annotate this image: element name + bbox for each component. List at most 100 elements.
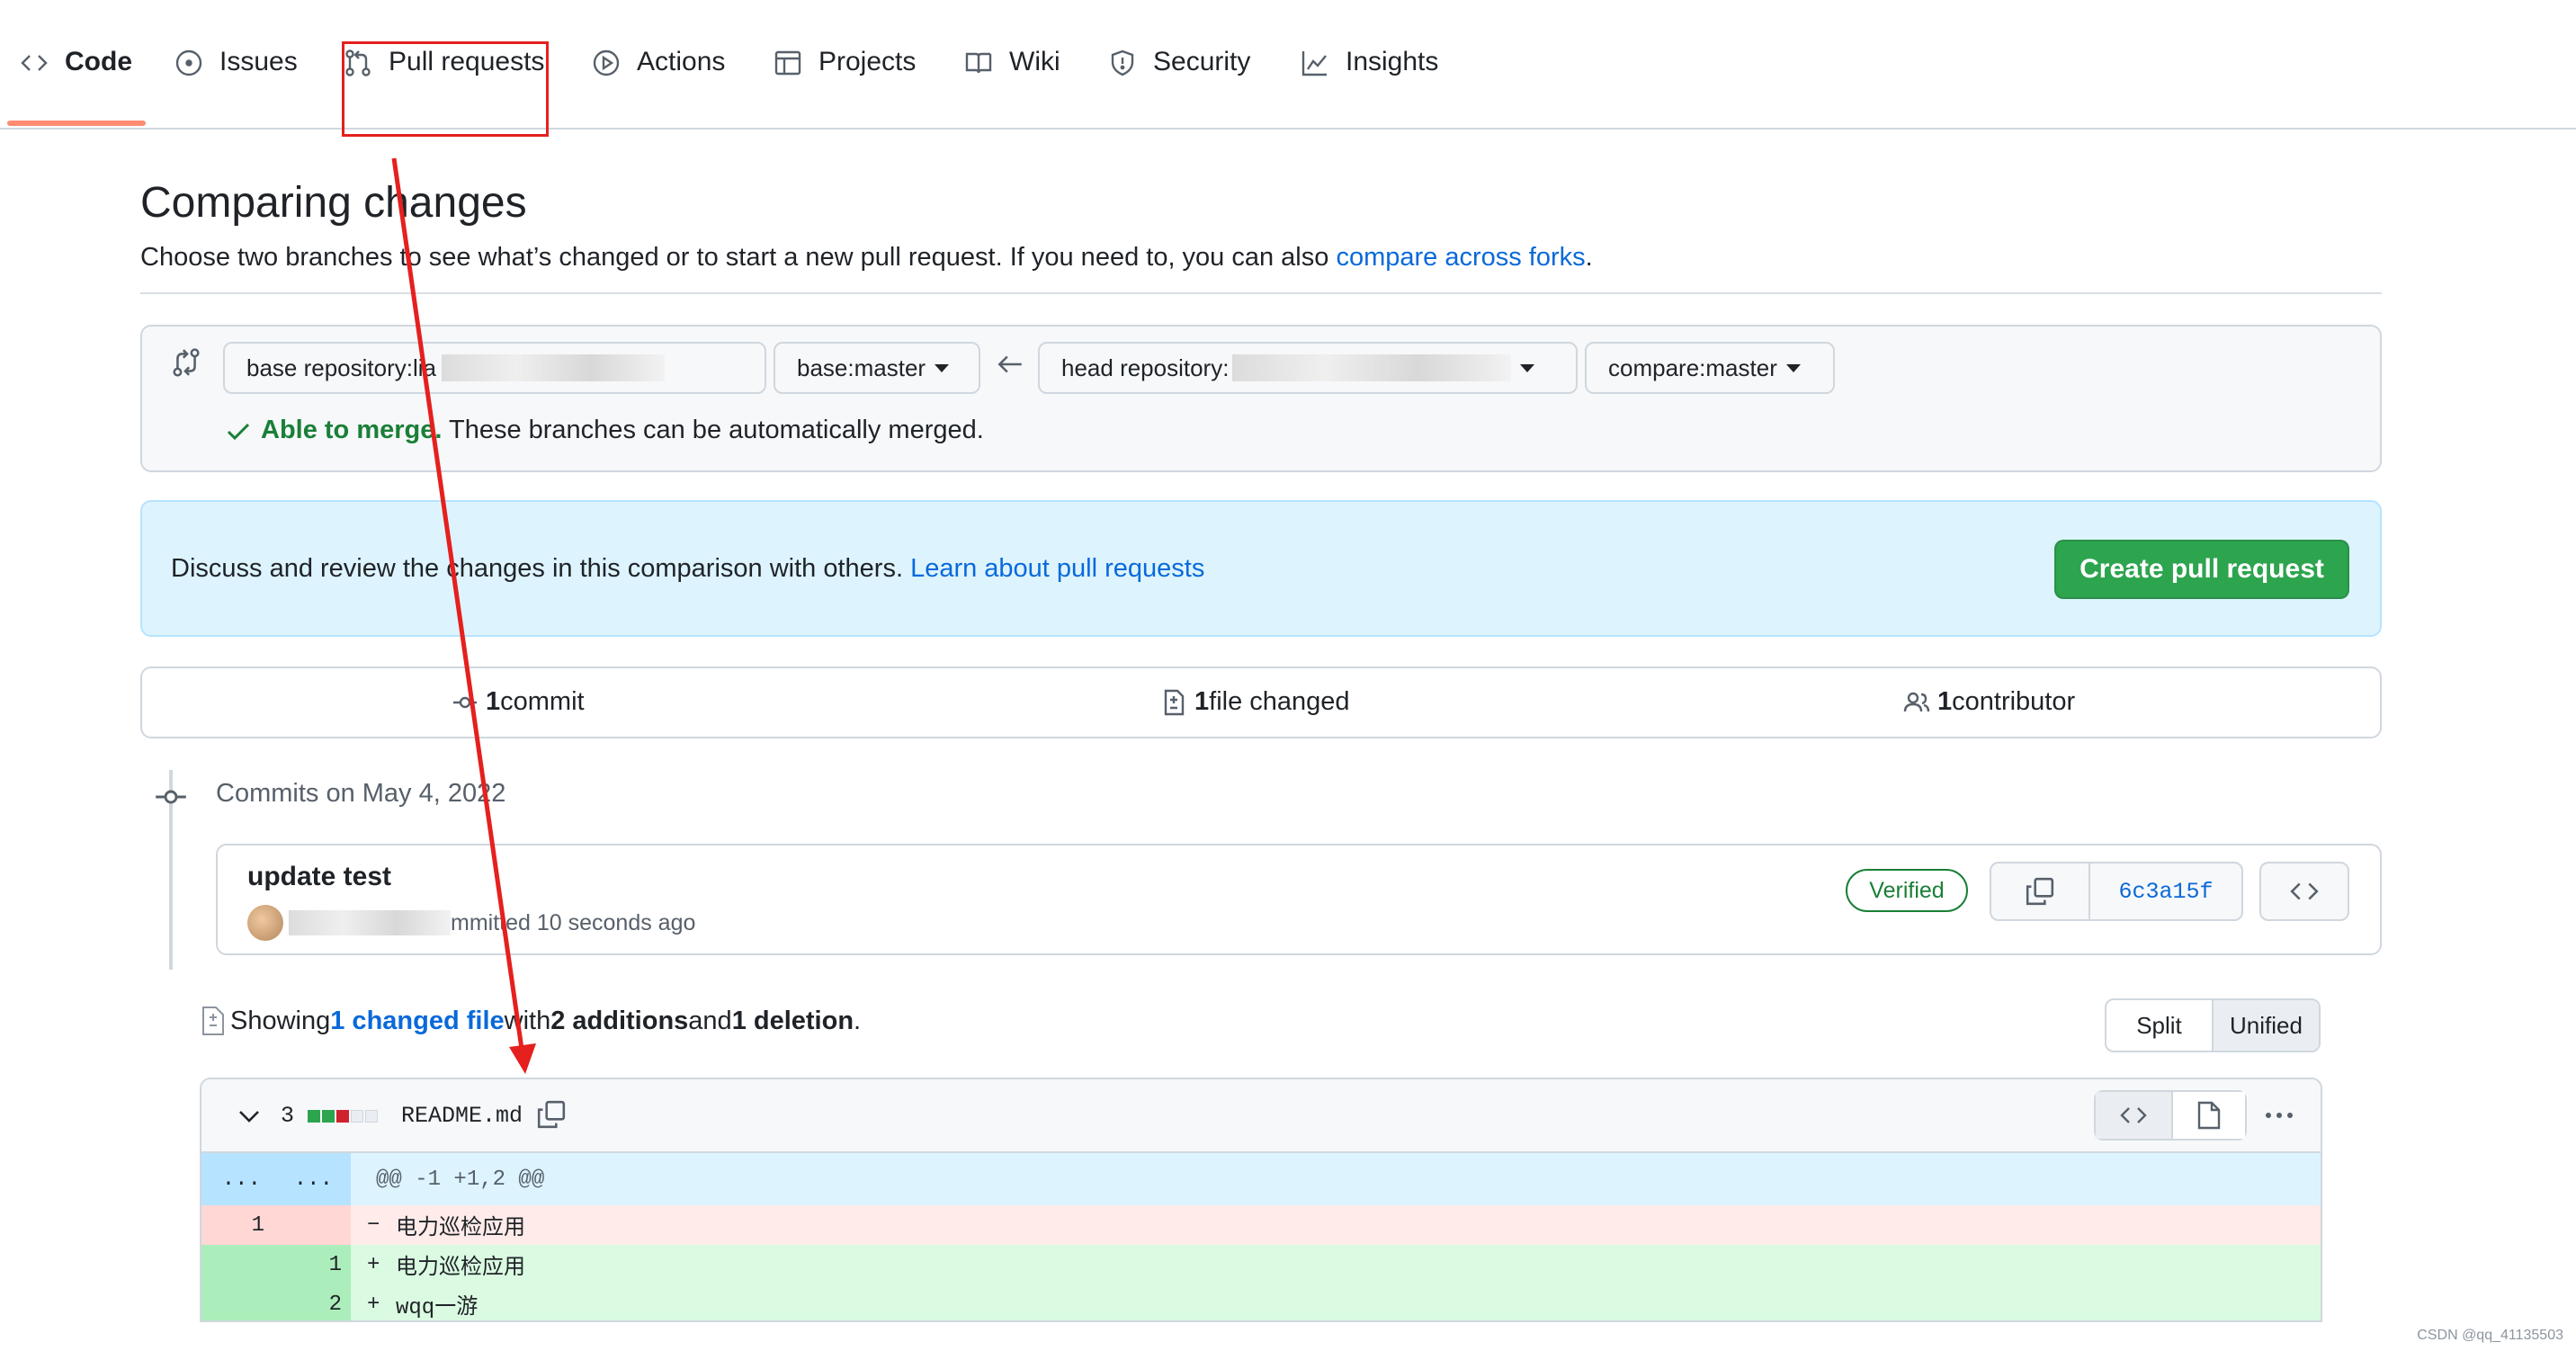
- verified-badge[interactable]: Verified: [1846, 869, 1968, 912]
- git-commit-icon: [453, 696, 477, 708]
- active-tab-indicator: [7, 121, 146, 126]
- hunk-right-marker: ...: [293, 1167, 333, 1192]
- tab-label: Security: [1153, 47, 1251, 76]
- file-view-toggle: [2094, 1090, 2247, 1141]
- unified-view-button[interactable]: Unified: [2214, 1000, 2319, 1051]
- base-branch-value: master: [854, 353, 926, 381]
- code-icon: [21, 55, 48, 71]
- git-commit-icon: [156, 790, 186, 804]
- files-label: file changed: [1209, 687, 1350, 716]
- compare-value: master: [1705, 353, 1777, 381]
- file-diff-icon: [202, 1007, 224, 1035]
- rich-diff-button[interactable]: [2173, 1092, 2245, 1139]
- copy-icon: [2026, 877, 2054, 906]
- browse-repo-button[interactable]: [2259, 862, 2349, 921]
- commit-title-link[interactable]: update test: [247, 862, 391, 892]
- new-line-number[interactable]: [279, 1205, 342, 1245]
- commit-time: mmitted 10 seconds ago: [451, 909, 696, 935]
- old-line-number[interactable]: [201, 1245, 264, 1284]
- diff-code: 电力巡检应用: [396, 1217, 525, 1241]
- divider: [140, 292, 2382, 294]
- git-compare-icon: [173, 348, 200, 377]
- commit-sha-group: 6c3a15f: [1990, 862, 2243, 921]
- tab-label: Wiki: [1009, 47, 1060, 76]
- old-line-number[interactable]: 1: [201, 1205, 264, 1245]
- info-banner-text: Discuss and review the changes in this c…: [171, 554, 1204, 584]
- tab-wiki[interactable]: Wiki: [964, 47, 1060, 122]
- hunk-left-marker: ...: [221, 1167, 261, 1192]
- compare-label: compare:: [1608, 353, 1706, 381]
- contributors-stat[interactable]: 1 contributor: [1903, 687, 2075, 717]
- old-line-number[interactable]: [201, 1284, 264, 1320]
- chevron-down-icon[interactable]: [237, 1106, 261, 1126]
- compare-branch-select[interactable]: compare: master: [1585, 342, 1835, 394]
- info-text: Discuss and review the changes in this c…: [171, 554, 911, 583]
- base-repo-value: lia: [412, 353, 436, 381]
- kebab-horizontal-icon[interactable]: [2261, 1105, 2297, 1126]
- new-line-number[interactable]: 1: [279, 1245, 342, 1284]
- commits-stat[interactable]: 1 commit: [452, 687, 585, 717]
- diff-code: 电力巡检应用: [396, 1257, 525, 1281]
- summary-prefix: Showing: [230, 1006, 331, 1035]
- commit-sha-link[interactable]: 6c3a15f: [2090, 863, 2241, 919]
- summary-with: with: [504, 1006, 551, 1035]
- page-title: Comparing changes: [140, 179, 527, 227]
- hunk-header-row: ... ... @@ -1 +1,2 @@: [201, 1153, 2321, 1205]
- tab-label: Issues: [219, 47, 298, 76]
- file-header: 3 README.md: [201, 1079, 2321, 1153]
- tab-actions[interactable]: Actions: [592, 47, 725, 122]
- redacted-text: [442, 354, 665, 381]
- diff-sign: +: [367, 1252, 380, 1277]
- head-repo-label: head repository:: [1061, 353, 1230, 381]
- create-pull-request-button[interactable]: Create pull request: [2054, 540, 2349, 599]
- file-name-link[interactable]: README.md: [401, 1103, 523, 1129]
- source-diff-button[interactable]: [2096, 1092, 2173, 1139]
- diff-code: wqq一游: [396, 1296, 479, 1320]
- merge-status-text: These branches can be automatically merg…: [448, 416, 984, 444]
- base-branch-label: base:: [797, 353, 854, 381]
- redacted-text: [289, 910, 451, 935]
- shield-icon: [1111, 49, 1134, 76]
- file-diff: 3 README.md ... ... @@ -1 +1,2 @@ 1 − 电力…: [200, 1078, 2322, 1322]
- new-line-number[interactable]: 2: [279, 1284, 342, 1320]
- merge-status: Able to merge. These branches can be aut…: [261, 416, 984, 445]
- compare-across-forks-link[interactable]: compare across forks: [1336, 243, 1585, 272]
- copy-sha-button[interactable]: [1991, 863, 2090, 919]
- contributors-count: 1: [1937, 687, 1953, 716]
- split-view-button[interactable]: Split: [2106, 1000, 2214, 1051]
- base-branch-select[interactable]: base: master: [774, 342, 980, 394]
- tab-insights[interactable]: Insights: [1301, 47, 1438, 122]
- tab-label: Insights: [1346, 47, 1439, 76]
- base-repository-select[interactable]: base repository: lia: [223, 342, 766, 394]
- tab-projects[interactable]: Projects: [774, 47, 916, 122]
- diff-line-addition: 2 + wqq一游: [201, 1284, 2321, 1320]
- file-icon: [2197, 1101, 2221, 1130]
- code-icon: [2290, 882, 2319, 900]
- commits-date-header: Commits on May 4, 2022: [216, 779, 506, 808]
- tab-security[interactable]: Security: [1108, 47, 1250, 122]
- copy-icon[interactable]: [536, 1099, 567, 1130]
- contributors-label: contributor: [1952, 687, 2076, 716]
- redacted-text: [1232, 354, 1512, 381]
- caret-down-icon: [1520, 363, 1535, 372]
- deletions-count: 1 deletion: [731, 1006, 854, 1035]
- diff-line-deletion: 1 − 电力巡检应用: [201, 1205, 2321, 1245]
- able-to-merge-label: Able to merge.: [261, 416, 443, 444]
- caret-down-icon: [935, 363, 950, 372]
- subtitle-end: .: [1585, 243, 1593, 272]
- files-changed-stat[interactable]: 1 file changed: [1160, 687, 1350, 717]
- learn-about-pull-requests-link[interactable]: Learn about pull requests: [910, 554, 1204, 583]
- check-icon: [227, 423, 250, 441]
- base-repo-label: base repository:: [246, 353, 413, 381]
- changed-files-link[interactable]: 1 changed file: [330, 1007, 504, 1036]
- head-repository-select[interactable]: head repository:: [1038, 342, 1578, 394]
- watermark: CSDN @qq_41135503: [2417, 1328, 2563, 1343]
- commits-label: commit: [500, 687, 585, 716]
- tab-issues[interactable]: Issues: [174, 47, 298, 122]
- table-icon: [774, 50, 801, 76]
- tab-code[interactable]: Code: [20, 47, 132, 122]
- diff-view-toggle: Split Unified: [2105, 998, 2321, 1052]
- avatar[interactable]: [247, 905, 283, 941]
- play-icon: [593, 49, 620, 76]
- file-diff-icon: [1164, 689, 1185, 715]
